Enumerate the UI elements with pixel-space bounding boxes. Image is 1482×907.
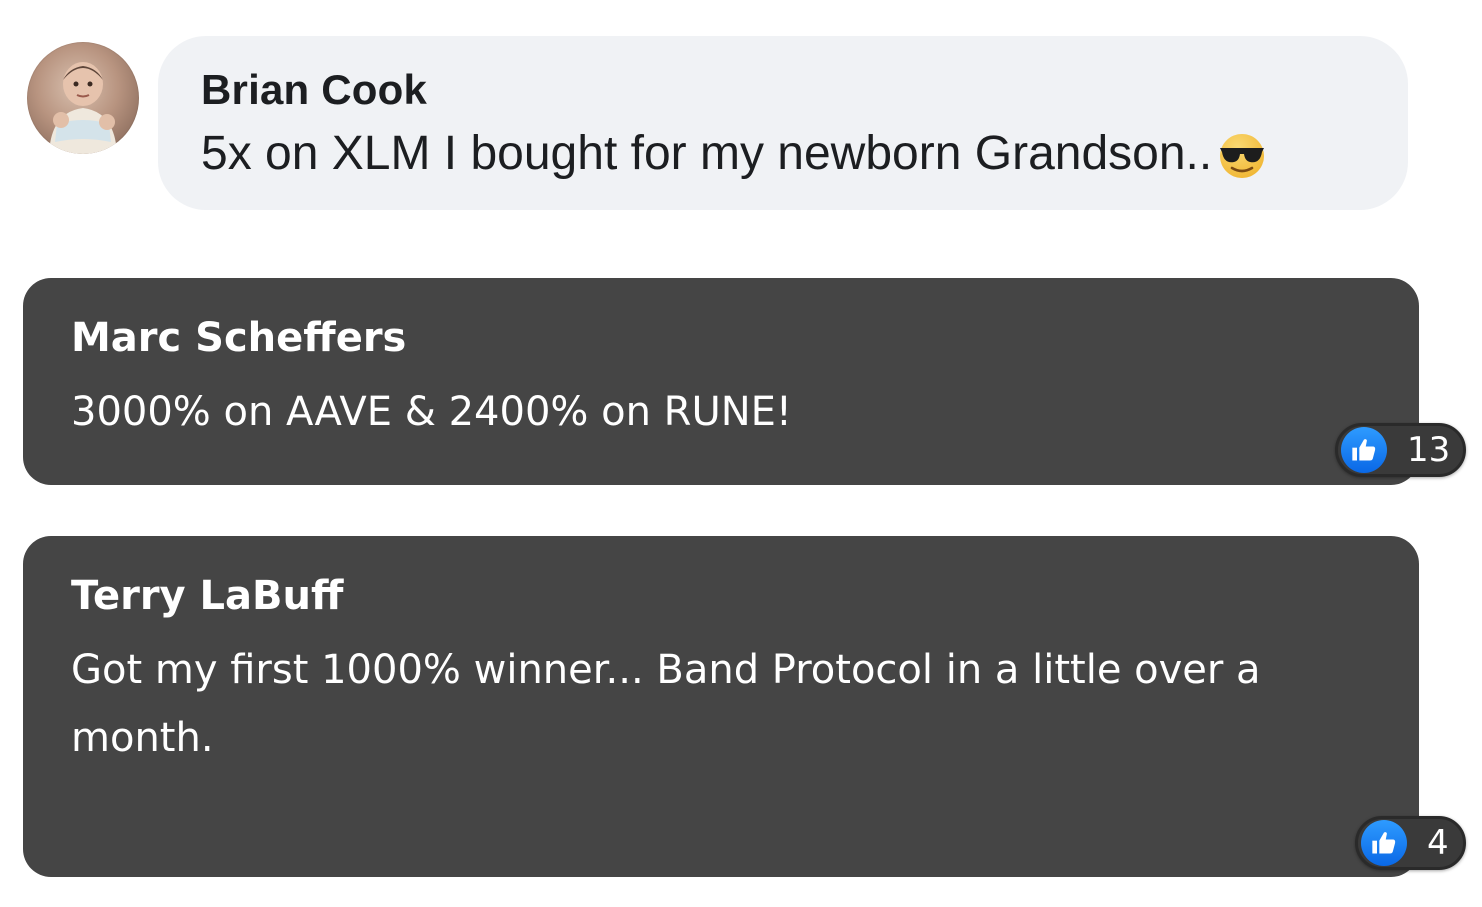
comment-text: 5x on XLM I bought for my newborn Grands… [201,127,1213,180]
comment-author[interactable]: Terry LaBuff [71,568,1419,624]
reaction-badge[interactable]: 13 [1335,423,1466,477]
thumbs-up-icon [1361,820,1407,866]
comments-screenshot: Brian Cook 5x on XLM I bought for my new… [0,0,1482,907]
comment-bubble: Brian Cook 5x on XLM I bought for my new… [158,36,1408,210]
comment-bubble: Marc Scheffers 3000% on AAVE & 2400% on … [23,278,1419,485]
comment-author[interactable]: Brian Cook [201,64,1408,116]
comment-text: Got my first 1000% winner... Band Protoc… [71,647,1261,761]
avatar[interactable] [27,42,139,154]
baby-photo-icon [49,62,117,154]
comment-text-row: 5x on XLM I bought for my newborn Grands… [201,124,1408,184]
reaction-count: 4 [1427,823,1449,863]
comment-bubble: Terry LaBuff Got my first 1000% winner..… [23,536,1419,877]
sunglasses-face-emoji-icon [1214,126,1270,182]
reaction-badge[interactable]: 4 [1355,816,1466,870]
comment-text: 3000% on AAVE & 2400% on RUNE! [71,389,792,435]
comment-author[interactable]: Marc Scheffers [71,310,1419,366]
thumbs-up-icon [1341,427,1387,473]
reaction-count: 13 [1407,430,1451,470]
